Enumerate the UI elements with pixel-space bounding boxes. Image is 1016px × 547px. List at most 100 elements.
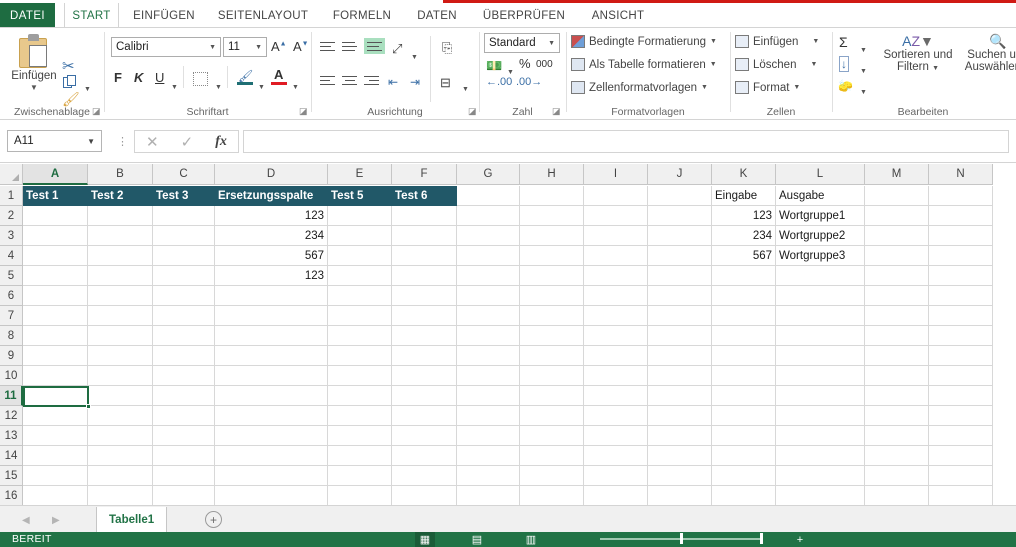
column-header-I[interactable]: I — [584, 164, 648, 185]
cell-D10[interactable] — [215, 366, 328, 386]
cell-J8[interactable] — [648, 326, 712, 346]
cell-F6[interactable] — [392, 286, 457, 306]
cell-N14[interactable] — [929, 446, 993, 466]
fill-dropdown-caret[interactable]: ▼ — [860, 60, 867, 78]
cell-K7[interactable] — [712, 306, 776, 326]
cell-H13[interactable] — [520, 426, 584, 446]
cell-D7[interactable] — [215, 306, 328, 326]
cell-N12[interactable] — [929, 406, 993, 426]
number-dialog-launcher[interactable]: ◪ — [552, 106, 561, 117]
cell-L7[interactable] — [776, 306, 865, 326]
cell-I3[interactable] — [584, 226, 648, 246]
cell-I2[interactable] — [584, 206, 648, 226]
cell-G13[interactable] — [457, 426, 520, 446]
cell-L8[interactable] — [776, 326, 865, 346]
borders-dropdown-caret[interactable]: ▼ — [215, 76, 222, 94]
increase-decimal-button[interactable]: .00→ — [516, 76, 542, 88]
cell-L4[interactable]: Wortgruppe3 — [776, 246, 865, 266]
underline-button[interactable]: U — [155, 70, 164, 85]
cell-A16[interactable] — [23, 486, 88, 505]
cell-N13[interactable] — [929, 426, 993, 446]
cell-N2[interactable] — [929, 206, 993, 226]
cell-I13[interactable] — [584, 426, 648, 446]
cell-M7[interactable] — [865, 306, 929, 326]
cell-D8[interactable] — [215, 326, 328, 346]
cell-G16[interactable] — [457, 486, 520, 505]
cell-B7[interactable] — [88, 306, 153, 326]
cell-M9[interactable] — [865, 346, 929, 366]
cell-K2[interactable]: 123 — [712, 206, 776, 226]
autosum-button[interactable]: Σ — [839, 34, 848, 50]
column-header-C[interactable]: C — [153, 164, 215, 185]
cell-F4[interactable] — [392, 246, 457, 266]
cell-G15[interactable] — [457, 466, 520, 486]
cell-F3[interactable] — [392, 226, 457, 246]
tab-ansicht[interactable]: ANSICHT — [580, 3, 656, 28]
paste-button[interactable]: Einfügen ▼ — [8, 32, 60, 104]
cell-E11[interactable] — [328, 386, 392, 406]
cell-I8[interactable] — [584, 326, 648, 346]
align-center-button[interactable] — [342, 76, 357, 87]
cell-K6[interactable] — [712, 286, 776, 306]
cell-E3[interactable] — [328, 226, 392, 246]
cell-H7[interactable] — [520, 306, 584, 326]
cell-E13[interactable] — [328, 426, 392, 446]
cell-A15[interactable] — [23, 466, 88, 486]
wrap-text-button[interactable]: ⎘ — [442, 39, 452, 57]
tab-einfuegen[interactable]: EINFÜGEN — [124, 3, 204, 28]
cell-F2[interactable] — [392, 206, 457, 226]
fill-color-button[interactable]: 🖌 — [237, 69, 253, 85]
cell-A4[interactable] — [23, 246, 88, 266]
cell-A3[interactable] — [23, 226, 88, 246]
cell-F11[interactable] — [392, 386, 457, 406]
insert-cells-button[interactable]: Einfügen ▼ — [735, 35, 819, 48]
cell-A2[interactable] — [23, 206, 88, 226]
cell-J3[interactable] — [648, 226, 712, 246]
cell-K4[interactable]: 567 — [712, 246, 776, 266]
cell-A5[interactable] — [23, 266, 88, 286]
cell-C5[interactable] — [153, 266, 215, 286]
cell-K9[interactable] — [712, 346, 776, 366]
bold-button[interactable]: F — [114, 70, 122, 85]
tab-formeln[interactable]: FORMELN — [322, 3, 402, 28]
cell-L16[interactable] — [776, 486, 865, 505]
cell-A6[interactable] — [23, 286, 88, 306]
row-header-15[interactable]: 15 — [0, 466, 23, 486]
prev-sheet-button[interactable]: ◀ — [22, 515, 30, 526]
cell-C3[interactable] — [153, 226, 215, 246]
cell-C14[interactable] — [153, 446, 215, 466]
cell-J7[interactable] — [648, 306, 712, 326]
cell-L2[interactable]: Wortgruppe1 — [776, 206, 865, 226]
merge-dropdown-caret[interactable]: ▼ — [462, 78, 469, 96]
normal-view-button[interactable]: ▦ — [415, 532, 435, 547]
sheet-tab-tabelle1[interactable]: Tabelle1 — [96, 507, 168, 532]
cell-J11[interactable] — [648, 386, 712, 406]
cell-D9[interactable] — [215, 346, 328, 366]
cell-E5[interactable] — [328, 266, 392, 286]
cell-I11[interactable] — [584, 386, 648, 406]
decrease-decimal-button[interactable]: ←.00 — [486, 76, 512, 88]
cell-F14[interactable] — [392, 446, 457, 466]
next-sheet-button[interactable]: ▶ — [52, 515, 60, 526]
cell-H6[interactable] — [520, 286, 584, 306]
cell-G3[interactable] — [457, 226, 520, 246]
font-dialog-launcher[interactable]: ◪ — [299, 106, 308, 117]
cell-E12[interactable] — [328, 406, 392, 426]
cell-A13[interactable] — [23, 426, 88, 446]
cell-L3[interactable]: Wortgruppe2 — [776, 226, 865, 246]
cell-K16[interactable] — [712, 486, 776, 505]
increase-indent-button[interactable]: ⇥ — [410, 73, 420, 91]
page-break-view-button[interactable]: ▥ — [521, 532, 541, 547]
cell-H8[interactable] — [520, 326, 584, 346]
cell-E16[interactable] — [328, 486, 392, 505]
cell-B1[interactable]: Test 2 — [88, 186, 153, 206]
cell-H12[interactable] — [520, 406, 584, 426]
cell-F16[interactable] — [392, 486, 457, 505]
cell-C12[interactable] — [153, 406, 215, 426]
row-header-14[interactable]: 14 — [0, 446, 23, 466]
cell-N7[interactable] — [929, 306, 993, 326]
orientation-dropdown-caret[interactable]: ▼ — [411, 46, 418, 64]
cell-G7[interactable] — [457, 306, 520, 326]
column-header-K[interactable]: K — [712, 164, 776, 185]
cell-B11[interactable] — [88, 386, 153, 406]
